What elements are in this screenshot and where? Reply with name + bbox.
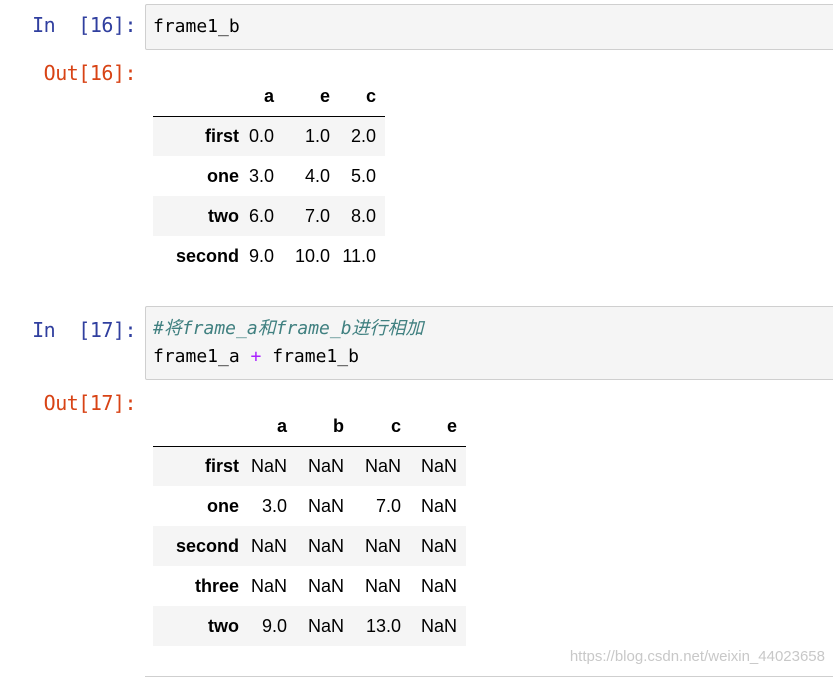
output-prompt-17: Out[17]: bbox=[43, 391, 137, 415]
table-row: first NaN NaN NaN NaN bbox=[153, 446, 466, 486]
table-cell: NaN bbox=[420, 495, 457, 516]
column-header: a bbox=[239, 78, 275, 117]
watermark-text: https://blog.csdn.net/weixin_44023658 bbox=[569, 648, 825, 665]
column-header: c bbox=[330, 78, 386, 117]
row-index: one bbox=[206, 495, 239, 516]
table-cell: 8.0 bbox=[351, 205, 377, 226]
table-cell: 9.0 bbox=[249, 245, 275, 266]
row-index: second bbox=[175, 535, 239, 556]
table-cell: 5.0 bbox=[351, 165, 377, 186]
table-cell: 1.0 bbox=[305, 125, 331, 146]
table-cell: NaN bbox=[364, 575, 401, 596]
row-index: two bbox=[208, 205, 239, 226]
table-cell: NaN bbox=[307, 575, 344, 596]
column-header: e bbox=[274, 78, 331, 117]
table-cell: 7.0 bbox=[305, 205, 331, 226]
table-cell: NaN bbox=[420, 615, 457, 636]
output-prompt-16: Out[16]: bbox=[43, 61, 137, 85]
table-cell: 13.0 bbox=[365, 615, 401, 636]
table-cell: NaN bbox=[250, 575, 287, 596]
table-row: one 3.0 4.0 5.0 bbox=[153, 156, 385, 196]
table-cell: 9.0 bbox=[261, 615, 287, 636]
input-prompt-16: In [16]: bbox=[32, 13, 136, 37]
table-cell: 0.0 bbox=[249, 125, 275, 146]
column-header: b bbox=[287, 408, 344, 447]
code-line: frame1_a + frame1_b bbox=[153, 343, 833, 371]
table-cell: NaN bbox=[250, 455, 287, 476]
table-header-row: a b c e bbox=[153, 408, 466, 447]
table-cell: 3.0 bbox=[249, 165, 275, 186]
table-row: one 3.0 NaN 7.0 NaN bbox=[153, 486, 466, 526]
row-index: second bbox=[175, 245, 239, 266]
table-row: three NaN NaN NaN NaN bbox=[153, 566, 466, 606]
table-cell: NaN bbox=[420, 535, 457, 556]
row-index: first bbox=[204, 455, 239, 476]
index-header bbox=[153, 78, 239, 117]
code-text: frame1_b bbox=[261, 346, 359, 367]
code-cell-16[interactable]: frame1_b bbox=[145, 4, 833, 50]
table-row: second NaN NaN NaN NaN bbox=[153, 526, 466, 566]
plus-operator: + bbox=[250, 346, 262, 367]
table-cell: 11.0 bbox=[342, 245, 377, 266]
column-header: a bbox=[239, 408, 287, 447]
table-cell: NaN bbox=[250, 535, 287, 556]
table-cell: 4.0 bbox=[305, 165, 331, 186]
index-header bbox=[153, 408, 239, 447]
table-cell: 6.0 bbox=[249, 205, 275, 226]
table-cell: 7.0 bbox=[375, 495, 401, 516]
table-cell: NaN bbox=[364, 455, 401, 476]
column-header: e bbox=[401, 408, 466, 447]
table-cell: NaN bbox=[420, 575, 457, 596]
table-cell: 2.0 bbox=[351, 125, 377, 146]
dataframe-output-17: a b c e first NaN NaN NaN NaN one 3.0 Na… bbox=[153, 408, 466, 646]
code-text: frame1_a bbox=[153, 346, 251, 367]
table-row: first 0.0 1.0 2.0 bbox=[153, 116, 386, 156]
table-cell: NaN bbox=[307, 495, 344, 516]
table-row: two 9.0 NaN 13.0 NaN bbox=[153, 606, 466, 646]
row-index: one bbox=[206, 165, 239, 186]
code-cell-17[interactable]: #将frame_a和frame_b进行相加 frame1_a + frame1_b bbox=[145, 306, 833, 380]
table-cell: 10.0 bbox=[294, 245, 331, 266]
table-cell: 3.0 bbox=[261, 495, 287, 516]
row-index: two bbox=[208, 615, 239, 636]
table-cell: NaN bbox=[307, 455, 344, 476]
table-header-row: a e c bbox=[153, 78, 386, 117]
input-prompt-17: In [17]: bbox=[32, 318, 136, 342]
row-index: first bbox=[204, 125, 239, 146]
table-cell: NaN bbox=[307, 535, 344, 556]
column-header: c bbox=[344, 408, 401, 447]
row-index: three bbox=[194, 575, 239, 596]
table-cell: NaN bbox=[420, 455, 457, 476]
table-cell: NaN bbox=[307, 615, 344, 636]
table-row: second 9.0 10.0 11.0 bbox=[153, 236, 385, 276]
code-line: frame1_b bbox=[153, 16, 240, 37]
table-cell: NaN bbox=[364, 535, 401, 556]
table-row: two 6.0 7.0 8.0 bbox=[153, 196, 386, 236]
dataframe-output-16: a e c first 0.0 1.0 2.0 one 3.0 4.0 5.0 … bbox=[153, 78, 386, 276]
code-comment: #将frame_a和frame_b进行相加 bbox=[153, 318, 424, 339]
